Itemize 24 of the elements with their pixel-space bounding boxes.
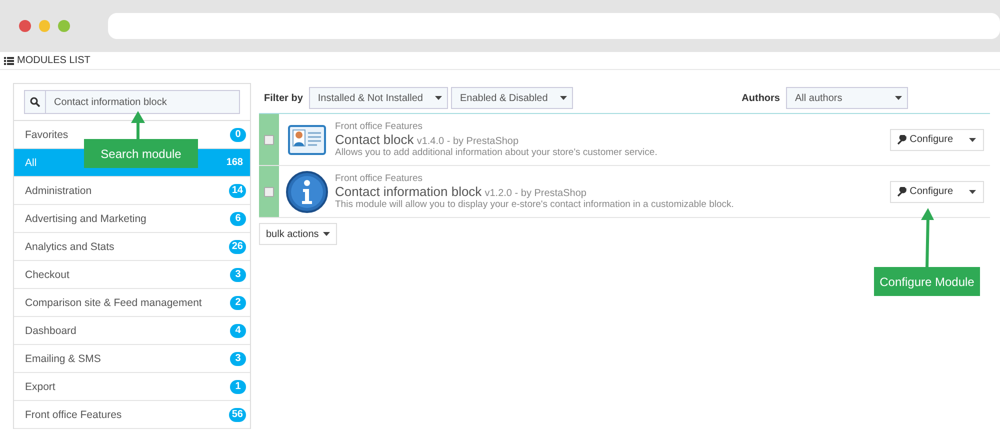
count-badge: 2 xyxy=(230,296,246,310)
count-badge: 0 xyxy=(230,128,246,142)
annotation-tooltip: Search module xyxy=(84,139,198,168)
count-badge: 26 xyxy=(228,240,246,254)
module-version: v1.4.0 - by PrestaShop xyxy=(416,136,519,147)
authors-label: Authors xyxy=(742,92,780,104)
module-version: v1.2.0 - by PrestaShop xyxy=(484,188,586,199)
count-badge: 1 xyxy=(230,380,246,394)
count-badge: 6 xyxy=(230,212,246,226)
annotation-tooltip: Configure Module xyxy=(874,267,980,296)
module-name: Contact information block xyxy=(335,184,482,199)
count-badge: 14 xyxy=(228,184,246,198)
page-title: MODULES LIST xyxy=(17,55,90,66)
module-category: Front office Features xyxy=(335,173,424,184)
count-badge: 56 xyxy=(228,408,246,422)
filter-label: Filter by xyxy=(264,92,303,104)
count-badge: 3 xyxy=(230,268,246,282)
count-badge: 4 xyxy=(230,324,246,338)
module-category: Front office Features xyxy=(335,121,424,132)
count-label: 168 xyxy=(225,156,244,170)
count-badge: 3 xyxy=(230,352,246,366)
module-description: Allows you to add additional information about your store's customer service. xyxy=(335,147,658,158)
module-name: Contact block xyxy=(335,132,414,147)
module-description: This module will allow you to display your e-store's contact information in a customizable block. xyxy=(335,199,735,210)
